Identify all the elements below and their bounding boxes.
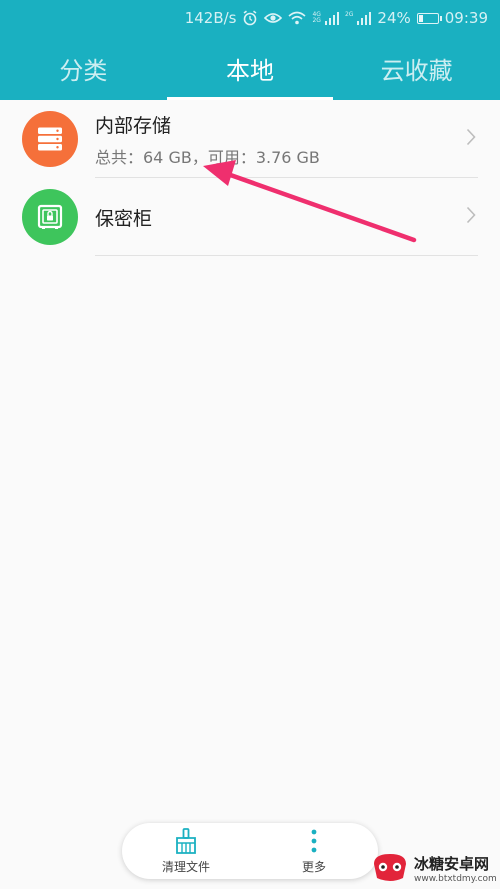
battery-percent: 24%: [377, 9, 411, 27]
eye-icon: [264, 11, 283, 25]
broom-icon: [174, 827, 198, 854]
clock: 09:39: [444, 9, 488, 27]
more-button[interactable]: 更多: [250, 823, 378, 879]
watermark-url: www.btxtdmy.com: [414, 874, 497, 884]
wifi-icon: [288, 11, 307, 25]
watermark: 冰糖安卓网 www.btxtdmy.com: [370, 848, 500, 889]
tab-category[interactable]: 分类: [0, 36, 167, 100]
bottom-action-bar: 清理文件 更多: [122, 823, 378, 879]
battery-icon: [416, 12, 442, 24]
list-item-safe-box[interactable]: 保密柜: [0, 178, 500, 256]
network-type-2: 2G: [344, 11, 354, 18]
more-label: 更多: [301, 859, 326, 874]
list-item-internal-storage[interactable]: 内部存储 总共：64 GB，可用：3.76 GB: [0, 100, 500, 178]
network-type-1: 4G 2G: [312, 11, 321, 24]
chevron-right-icon: [466, 206, 476, 228]
clean-files-button[interactable]: 清理文件: [122, 823, 250, 879]
signal-icon-2: [357, 11, 372, 25]
network-speed: 142B/s: [184, 9, 237, 27]
storage-list: 内部存储 总共：64 GB，可用：3.76 GB 保密柜: [0, 100, 500, 256]
status-bar: 142B/s 4G 2G 2G 24% 09:39: [0, 0, 500, 36]
divider: [95, 255, 478, 256]
watermark-name: 冰糖安卓网: [414, 855, 490, 873]
safe-icon: [22, 189, 78, 245]
item-title: 内部存储: [95, 114, 172, 137]
tab-cloud-favorites[interactable]: 云收藏: [333, 36, 500, 100]
storage-icon: [22, 111, 78, 167]
alarm-icon: [242, 10, 258, 26]
app-header: 142B/s 4G 2G 2G 24% 09:39 分类 本地 云收藏: [0, 0, 500, 100]
clean-files-label: 清理文件: [161, 859, 210, 874]
more-vertical-icon: [310, 828, 318, 854]
chevron-right-icon: [466, 128, 476, 150]
tab-bar: 分类 本地 云收藏: [0, 36, 500, 100]
storage-info: 总共：64 GB，可用：3.76 GB: [95, 147, 320, 167]
watermark-logo-icon: [370, 850, 410, 888]
signal-icon-1: [324, 11, 339, 25]
tab-local[interactable]: 本地: [166, 36, 334, 100]
item-title: 保密柜: [95, 207, 153, 230]
